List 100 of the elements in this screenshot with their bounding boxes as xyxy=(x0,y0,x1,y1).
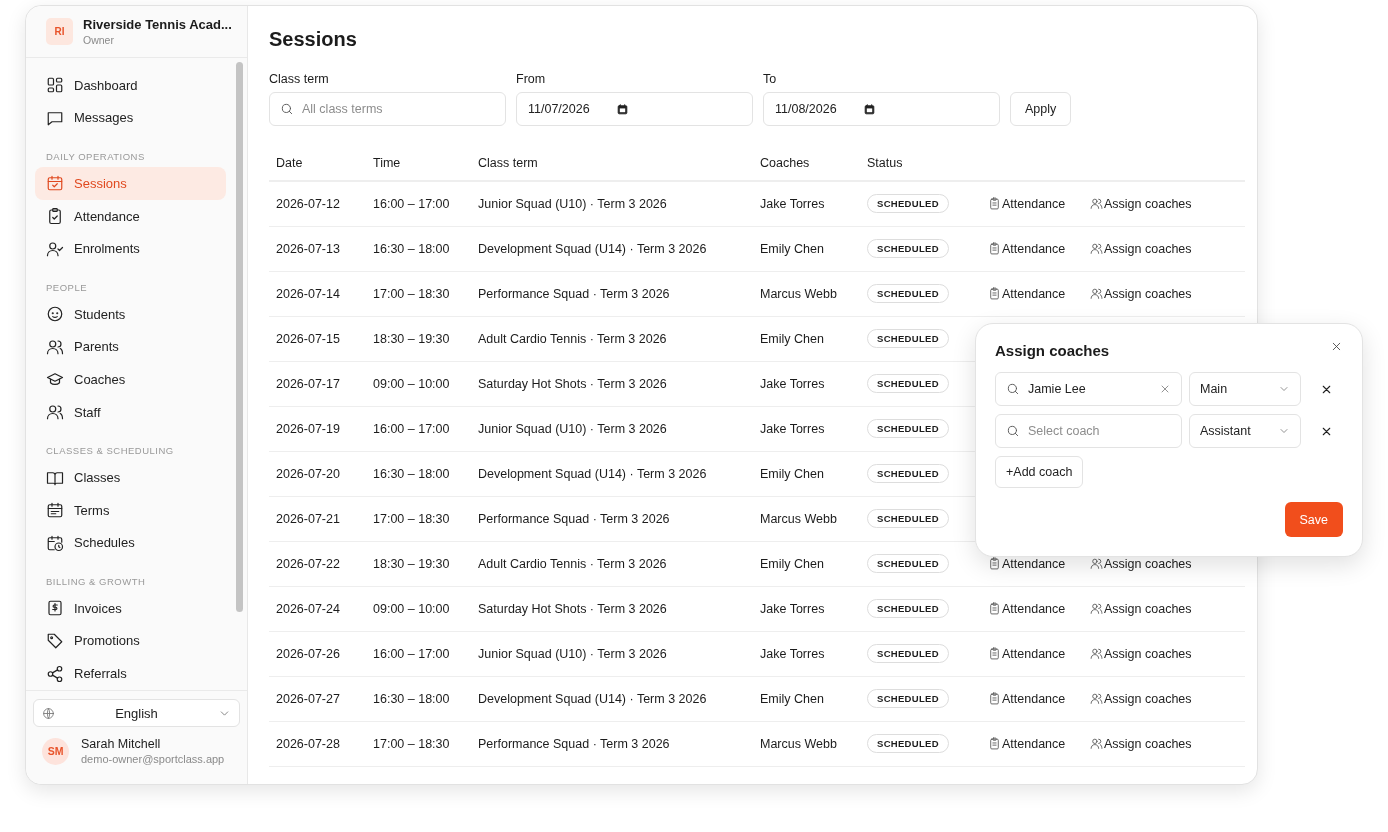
nav-item[interactable]: Referrals xyxy=(35,657,226,690)
date-input[interactable]: 11/07/2026 xyxy=(528,102,608,116)
table-cell: Jake Torres xyxy=(753,181,860,226)
nav-item[interactable]: Coaches xyxy=(35,363,226,396)
clipboard-check-icon xyxy=(46,207,64,226)
section-title: PEOPLE xyxy=(45,281,89,296)
table-cell: Development Squad (U14) · Term 3 2026 xyxy=(471,451,753,496)
nav-item[interactable]: Terms xyxy=(35,493,226,527)
table-cell: 09:00 – 10:00 xyxy=(366,361,471,406)
assign-coaches-link[interactable]: Assign coaches xyxy=(1090,601,1192,616)
text-input[interactable]: Jamie Lee xyxy=(1028,382,1151,396)
from-date-field[interactable]: 11/07/2026 xyxy=(516,92,753,126)
field-label: Class term xyxy=(269,72,330,86)
table-cell: 2026-07-13 xyxy=(269,226,366,271)
table-cell: 16:30 – 18:00 xyxy=(366,676,471,721)
to-date-field[interactable]: 11/08/2026 xyxy=(763,92,1000,126)
scrollbar[interactable] xyxy=(236,62,243,612)
table-cell: 17:00 – 18:30 xyxy=(366,496,471,541)
save-button[interactable]: Save xyxy=(1284,502,1343,537)
add-coach-button[interactable]: +Add coach xyxy=(995,456,1084,488)
role-select[interactable]: Main xyxy=(1189,372,1301,406)
table-cell: 18:30 – 19:30 xyxy=(366,541,471,586)
attendance-link[interactable]: Attendance xyxy=(988,691,1066,706)
nav-item[interactable]: Promotions xyxy=(35,624,226,658)
nav-item[interactable]: Classes xyxy=(35,461,226,494)
table-cell: 09:00 – 10:00 xyxy=(366,586,471,631)
nav-item[interactable]: Students xyxy=(35,297,226,331)
attendance-link[interactable]: Attendance xyxy=(988,601,1066,616)
users-icon xyxy=(1090,692,1103,705)
clear-button[interactable] xyxy=(1159,383,1171,395)
attendance-link[interactable]: Attendance xyxy=(988,241,1066,256)
nav-item[interactable]: Sessions xyxy=(35,167,226,200)
table-cell: Jake Torres xyxy=(753,406,860,451)
table-cell: Adult Cardio Tennis · Term 3 2026 xyxy=(471,316,753,361)
table-cell: 16:30 – 18:00 xyxy=(366,451,471,496)
popover-title: Assign coaches xyxy=(995,342,1110,359)
assign-coaches-link[interactable]: Assign coaches xyxy=(1090,196,1192,211)
face-icon xyxy=(46,305,64,324)
table-cell: 2026-07-22 xyxy=(269,541,366,586)
table-cell: 2026-07-24 xyxy=(269,586,366,631)
nav-item[interactable]: Parents xyxy=(35,330,226,364)
nav-item[interactable]: Messages xyxy=(35,101,226,135)
table-cell: Saturday Hot Shots · Term 3 2026 xyxy=(471,361,753,406)
table-cell: Emily Chen xyxy=(753,316,860,361)
calendar-clock-icon xyxy=(46,533,64,552)
attendance-link[interactable]: Attendance xyxy=(988,196,1066,211)
page-title: Sessions xyxy=(269,28,358,51)
nav-item[interactable]: Dashboard xyxy=(35,69,226,102)
table-cell: 16:30 – 18:00 xyxy=(366,226,471,271)
apply-button[interactable]: Apply xyxy=(1010,92,1072,126)
column-header: Date xyxy=(269,146,366,181)
globe-icon xyxy=(42,706,55,720)
attendance-link[interactable]: Attendance xyxy=(988,556,1066,571)
table-cell: Jake Torres xyxy=(753,586,860,631)
nav-item[interactable]: Schedules xyxy=(35,526,226,560)
clipboard-icon xyxy=(988,287,1001,300)
table-cell: 2026-07-20 xyxy=(269,451,366,496)
assign-coaches-link[interactable]: Assign coaches xyxy=(1090,736,1192,751)
table-cell: Marcus Webb xyxy=(753,271,860,316)
user-check-icon xyxy=(46,239,64,258)
assign-coaches-link[interactable]: Assign coaches xyxy=(1090,646,1192,661)
nav-item[interactable]: Invoices xyxy=(35,592,226,625)
coach-search-field[interactable]: Jamie Lee xyxy=(995,372,1182,406)
users-icon xyxy=(1090,647,1103,660)
search-field[interactable]: All class terms xyxy=(269,92,506,126)
nav-item[interactable]: Staff xyxy=(35,395,226,429)
assign-coaches-link[interactable]: Assign coaches xyxy=(1090,241,1192,256)
text-input[interactable]: All class terms xyxy=(302,102,495,116)
user-email: demo-owner@sportclass.app xyxy=(81,753,225,765)
table-cell: Marcus Webb xyxy=(753,721,860,766)
users-icon xyxy=(1090,602,1103,615)
attendance-link[interactable]: Attendance xyxy=(988,736,1066,751)
assign-coaches-link[interactable]: Assign coaches xyxy=(1090,286,1192,301)
nav-item[interactable]: Attendance xyxy=(35,199,226,233)
table-cell: Junior Squad (U10) · Term 3 2026 xyxy=(471,181,753,226)
language-select[interactable]: English xyxy=(33,699,240,727)
attendance-link[interactable]: Attendance xyxy=(988,286,1066,301)
role-select[interactable]: Assistant xyxy=(1189,414,1301,448)
assign-coaches-link[interactable]: Assign coaches xyxy=(1090,556,1192,571)
section-title: CLASSES & SCHEDULING xyxy=(45,444,175,459)
users-icon xyxy=(1090,242,1103,255)
table-cell: 2026-07-15 xyxy=(269,316,366,361)
attendance-link[interactable]: Attendance xyxy=(988,646,1066,661)
nav-item[interactable]: Enrolments xyxy=(35,232,226,266)
date-input[interactable]: 11/08/2026 xyxy=(775,102,855,116)
section-title: DAILY OPERATIONS xyxy=(45,150,146,165)
users-icon xyxy=(1090,197,1103,211)
search-icon xyxy=(1006,424,1020,438)
close-button[interactable] xyxy=(1330,340,1343,353)
calendar-icon xyxy=(863,102,876,116)
clear-icon xyxy=(1159,383,1171,395)
table-cell: 2026-07-17 xyxy=(269,361,366,406)
clipboard-icon xyxy=(988,692,1001,705)
coach-search-field[interactable]: Select coach xyxy=(995,414,1182,448)
table-cell: 17:00 – 18:30 xyxy=(366,721,471,766)
column-header: Class term xyxy=(471,146,753,181)
assign-coaches-link[interactable]: Assign coaches xyxy=(1090,691,1192,706)
text-input[interactable]: Select coach xyxy=(1028,424,1171,438)
org-name: Riverside Tennis Acad... xyxy=(83,17,232,32)
users-icon xyxy=(1090,737,1103,750)
